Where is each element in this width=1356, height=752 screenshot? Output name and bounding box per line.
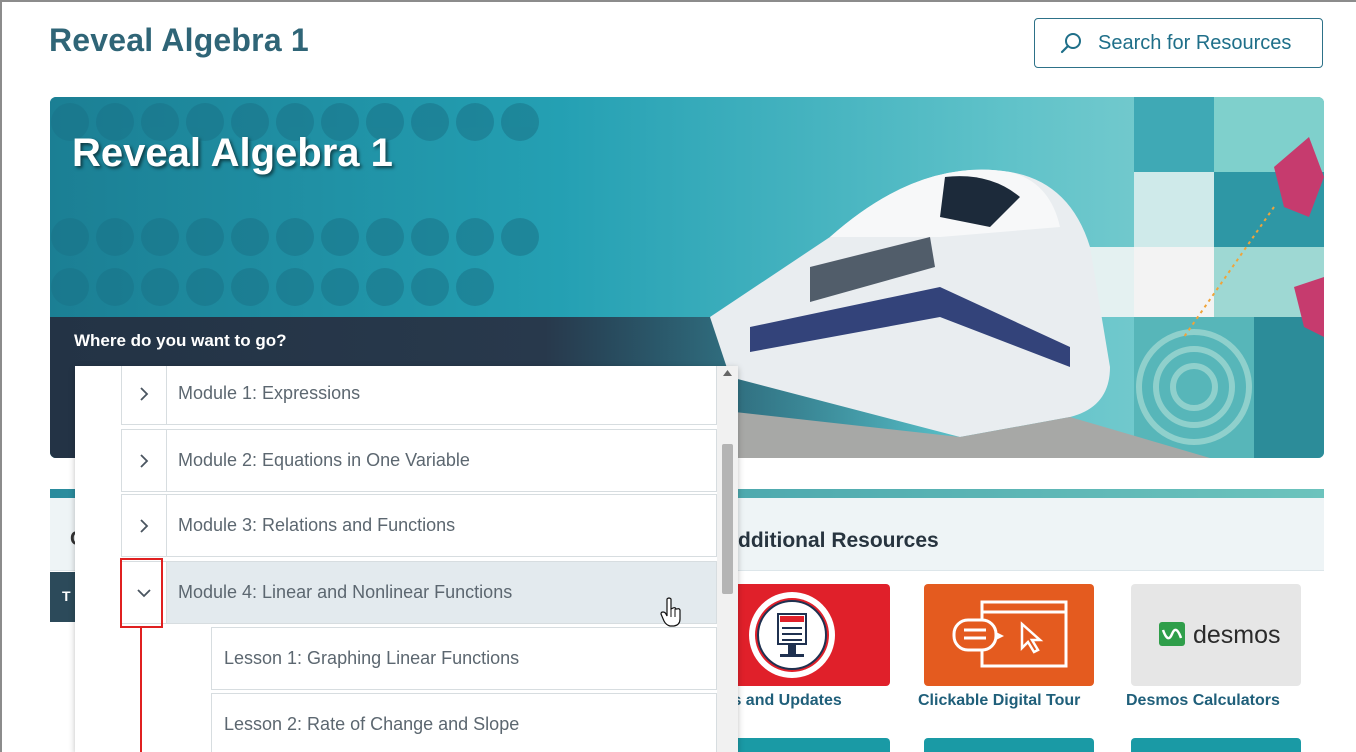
- module-3-label: Module 3: Relations and Functions: [178, 515, 456, 535]
- resource-tile[interactable]: [1131, 738, 1301, 752]
- module-1-label: Module 1: Expressions: [178, 383, 361, 403]
- desmos-tile[interactable]: desmos: [1131, 584, 1301, 686]
- train-image: [690, 169, 1210, 458]
- card-tab[interactable]: T: [50, 572, 76, 622]
- search-resources-label: Search for Resources: [1098, 31, 1292, 54]
- where-to-go-label: Where do you want to go?: [74, 331, 287, 350]
- desmos-wordmark: desmos: [1193, 621, 1281, 649]
- module-3-item[interactable]: Module 3: Relations and Functions: [121, 494, 717, 557]
- annotation-highlight-box: [120, 558, 163, 628]
- resource-tile[interactable]: [924, 738, 1094, 752]
- annotation-pointer-line: [140, 628, 142, 752]
- digital-tour-tile[interactable]: [924, 584, 1094, 686]
- additional-resources-heading: dditional Resources: [738, 529, 939, 552]
- module-2-label: Module 2: Equations in One Variable: [178, 450, 470, 470]
- chevron-right-icon[interactable]: [122, 366, 167, 424]
- chevron-right-icon[interactable]: [122, 495, 167, 556]
- module-4-item[interactable]: Module 4: Linear and Nonlinear Functions: [121, 561, 717, 624]
- search-icon: [1058, 30, 1084, 56]
- lesson-2-label: Lesson 2: Rate of Change and Slope: [224, 714, 520, 734]
- digital-tour-label[interactable]: Clickable Digital Tour: [918, 692, 1080, 710]
- module-2-item[interactable]: Module 2: Equations in One Variable: [121, 429, 717, 492]
- scroll-up-arrow-icon[interactable]: [717, 370, 738, 384]
- window-border-top: [0, 0, 1356, 2]
- news-updates-label[interactable]: ws and Updates: [720, 692, 842, 710]
- module-4-label: Module 4: Linear and Nonlinear Functions: [178, 582, 513, 602]
- resource-tile[interactable]: [720, 738, 890, 752]
- lesson-2-item[interactable]: Lesson 2: Rate of Change and Slope: [211, 693, 717, 752]
- scrollbar-thumb[interactable]: [722, 444, 733, 594]
- desmos-label[interactable]: Desmos Calculators: [1126, 692, 1280, 710]
- chevron-right-icon[interactable]: [122, 430, 167, 491]
- search-resources-button[interactable]: Search for Resources: [1034, 18, 1323, 68]
- tour-icon: [952, 600, 1068, 668]
- banner-title: Reveal Algebra 1: [72, 131, 393, 175]
- destination-dropdown[interactable]: Module 1: Expressions Module 2: Equation…: [75, 366, 738, 752]
- news-icon: [749, 592, 835, 678]
- module-1-item[interactable]: Module 1: Expressions: [121, 366, 717, 425]
- lesson-1-label: Lesson 1: Graphing Linear Functions: [224, 648, 520, 668]
- window-border-left: [0, 0, 2, 752]
- page-title: Reveal Algebra 1: [49, 22, 309, 58]
- hand-cursor-icon: [660, 597, 681, 627]
- dropdown-scrollbar[interactable]: [717, 366, 738, 752]
- news-updates-tile[interactable]: [720, 584, 890, 686]
- lesson-1-item[interactable]: Lesson 1: Graphing Linear Functions: [211, 627, 717, 690]
